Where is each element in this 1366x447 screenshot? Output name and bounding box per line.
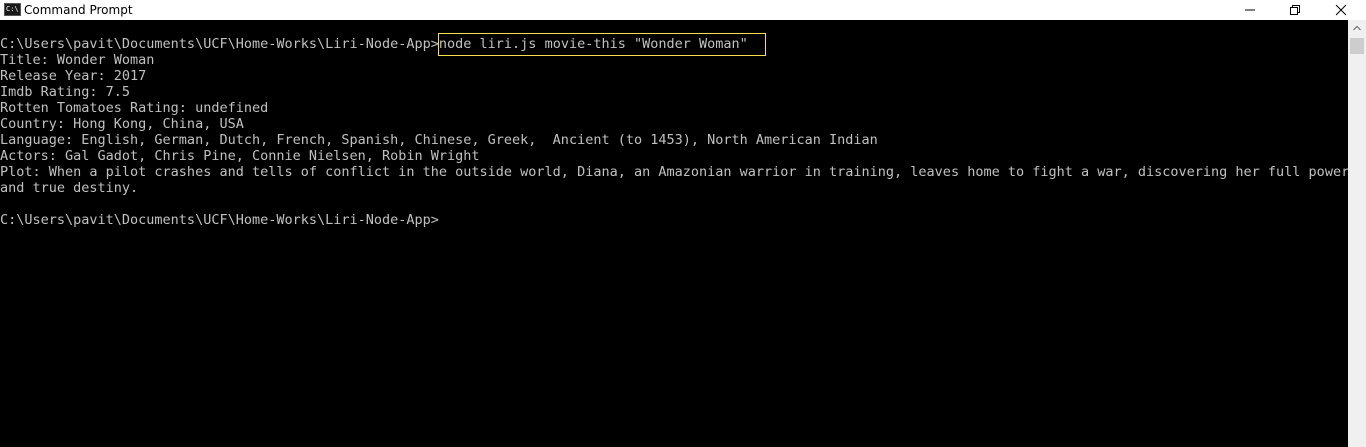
highlighted-command: node liri.js movie-this "Wonder Woman": [437, 33, 766, 56]
terminal-output[interactable]: C:\Users\pavit\Documents\UCF\Home-Works\…: [0, 33, 1358, 447]
output-line-country: Country: Hong Kong, China, USA: [0, 116, 244, 132]
minimize-button[interactable]: [1227, 0, 1273, 20]
output-line-plot-continued: and true destiny.: [0, 180, 139, 196]
chevron-up-icon: [1353, 25, 1361, 31]
scrollbar-thumb[interactable]: [1350, 38, 1364, 54]
close-icon: [1335, 4, 1347, 16]
minimize-icon: [1245, 9, 1255, 11]
command-line: C:\Users\pavit\Documents\UCF\Home-Works\…: [0, 33, 1346, 56]
output-line-language: Language: English, German, Dutch, French…: [0, 132, 878, 148]
output-line-imdb-rating: Imdb Rating: 7.5: [0, 84, 131, 100]
cmd-icon: C:\: [4, 3, 21, 16]
maximize-button[interactable]: [1272, 0, 1318, 20]
restore-icon: [1290, 5, 1300, 15]
vertical-scrollbar[interactable]: [1348, 20, 1366, 447]
output-line-actors: Actors: Gal Gadot, Chris Pine, Connie Ni…: [0, 148, 480, 164]
output-line-release-year: Release Year: 2017: [0, 68, 147, 84]
close-button[interactable]: [1318, 0, 1364, 20]
title-bar[interactable]: C:\ Command Prompt: [0, 0, 1366, 20]
window-title: Command Prompt: [24, 3, 133, 17]
prompt-text: C:\Users\pavit\Documents\UCF\Home-Works\…: [0, 36, 439, 52]
output-line-blank: [0, 196, 1346, 212]
scroll-up-button[interactable]: [1348, 20, 1366, 37]
output-line-rotten-tomatoes: Rotten Tomatoes Rating: undefined: [0, 100, 269, 116]
final-prompt-line: C:\Users\pavit\Documents\UCF\Home-Works\…: [0, 212, 439, 228]
output-line-plot: Plot: When a pilot crashes and tells of …: [0, 164, 1358, 180]
